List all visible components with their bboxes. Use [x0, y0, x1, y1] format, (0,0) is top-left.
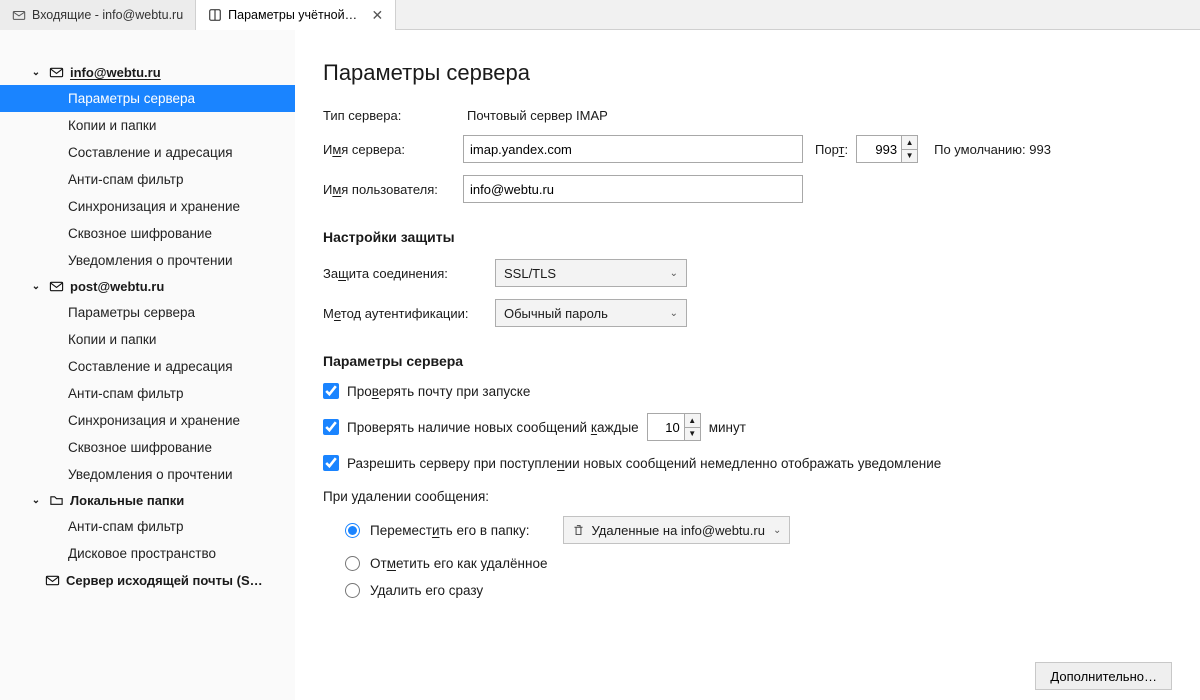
sidebar-item-antispam[interactable]: Анти-спам фильтр — [0, 380, 295, 407]
radio-mark-label: Отметить его как удалённое — [370, 556, 547, 571]
tab-bar: Входящие - info@webtu.ru Параметры учётн… — [0, 0, 1200, 30]
spin-up-icon[interactable]: ▲ — [685, 414, 700, 428]
sidebar-outgoing[interactable]: Сервер исходящей почты (S… — [0, 567, 295, 594]
check-on-startup-label: Проверять почту при запуске — [347, 384, 530, 399]
spin-down-icon[interactable]: ▼ — [902, 150, 917, 163]
tab-account-settings[interactable]: Параметры учётной запис… ✕ — [196, 0, 396, 30]
security-heading: Настройки защиты — [323, 229, 1172, 245]
address-book-icon — [208, 8, 222, 22]
page-title: Параметры сервера — [323, 60, 1172, 86]
account-header-post[interactable]: ⌄ post@webtu.ru — [0, 274, 295, 299]
minutes-label: минут — [709, 420, 746, 435]
trash-icon — [572, 524, 585, 537]
interval-spinner[interactable]: ▲▼ — [647, 413, 701, 441]
radio-move-label: Переместить его в папку: — [370, 523, 529, 538]
sidebar-item-sync[interactable]: Синхронизация и хранение — [0, 407, 295, 434]
sidebar-item-copies[interactable]: Копии и папки — [0, 326, 295, 353]
port-spinner[interactable]: ▲▼ — [856, 135, 918, 163]
server-type-value: Почтовый сервер IMAP — [463, 108, 608, 123]
check-idle[interactable] — [323, 455, 339, 471]
sidebar-item-receipts[interactable]: Уведомления о прочтении — [0, 461, 295, 488]
settings-content: Параметры сервера Тип сервера: Почтовый … — [295, 30, 1200, 700]
radio-mark-deleted[interactable] — [345, 556, 360, 571]
spin-up-icon[interactable]: ▲ — [902, 136, 917, 150]
server-name-input[interactable] — [463, 135, 803, 163]
account-name: post@webtu.ru — [70, 279, 164, 294]
sidebar-item-encryption[interactable]: Сквозное шифрование — [0, 220, 295, 247]
folder-icon — [48, 493, 64, 508]
spin-down-icon[interactable]: ▼ — [685, 428, 700, 441]
account-header-local[interactable]: ⌄ Локальные папки — [0, 488, 295, 513]
sidebar-item-sync[interactable]: Синхронизация и хранение — [0, 193, 295, 220]
default-port-text: По умолчанию: 993 — [934, 142, 1051, 157]
server-settings-heading: Параметры сервера — [323, 353, 1172, 369]
tab-inbox[interactable]: Входящие - info@webtu.ru — [0, 0, 196, 30]
chevron-down-icon: ⌄ — [670, 268, 678, 279]
chevron-down-icon: ⌄ — [30, 67, 42, 78]
mail-icon — [48, 65, 64, 80]
sidebar-item-server-params[interactable]: Параметры сервера — [0, 85, 295, 112]
connection-security-label: Защита соединения: — [323, 266, 487, 281]
sidebar-item-antispam[interactable]: Анти-спам фильтр — [0, 513, 295, 540]
tab-label: Входящие - info@webtu.ru — [32, 8, 183, 22]
sidebar-item-copies[interactable]: Копии и папки — [0, 112, 295, 139]
sidebar-item-compose[interactable]: Составление и адресация — [0, 139, 295, 166]
server-name-label: Имя сервера: — [323, 142, 455, 157]
check-every[interactable] — [323, 419, 339, 435]
account-name: info@webtu.ru — [70, 65, 161, 80]
advanced-button[interactable]: Дополнительно… — [1035, 662, 1172, 690]
chevron-down-icon: ⌄ — [670, 308, 678, 319]
account-header-info[interactable]: ⌄ info@webtu.ru — [0, 60, 295, 85]
auth-method-label: Метод аутентификации: — [323, 306, 487, 321]
radio-move-to-folder[interactable] — [345, 523, 360, 538]
account-name: Локальные папки — [70, 493, 184, 508]
outgoing-label: Сервер исходящей почты (S… — [66, 573, 263, 588]
sidebar-item-encryption[interactable]: Сквозное шифрование — [0, 434, 295, 461]
radio-remove-now[interactable] — [345, 583, 360, 598]
chevron-down-icon: ⌄ — [30, 495, 42, 506]
sidebar-item-compose[interactable]: Составление и адресация — [0, 353, 295, 380]
chevron-down-icon: ⌄ — [30, 281, 42, 292]
sidebar-item-antispam[interactable]: Анти-спам фильтр — [0, 166, 295, 193]
accounts-sidebar: ⌄ info@webtu.ru Параметры сервера Копии … — [0, 30, 295, 700]
server-type-label: Тип сервера: — [323, 108, 455, 123]
close-icon[interactable]: ✕ — [371, 7, 383, 24]
sidebar-item-disk[interactable]: Дисковое пространство — [0, 540, 295, 567]
mail-icon — [48, 279, 64, 294]
tab-label: Параметры учётной запис… — [228, 8, 359, 22]
auth-method-select[interactable]: Обычный пароль ⌄ — [495, 299, 687, 327]
check-idle-label: Разрешить серверу при поступлении новых … — [347, 456, 941, 471]
check-on-startup[interactable] — [323, 383, 339, 399]
interval-input[interactable] — [648, 414, 684, 440]
inbox-icon — [12, 8, 26, 22]
check-every-label: Проверять наличие новых сообщений каждые — [347, 420, 639, 435]
connection-security-select[interactable]: SSL/TLS ⌄ — [495, 259, 687, 287]
port-label: Порт: — [815, 142, 848, 157]
username-label: Имя пользователя: — [323, 182, 455, 197]
radio-remove-label: Удалить его сразу — [370, 583, 483, 598]
port-input[interactable] — [857, 136, 901, 162]
username-input[interactable] — [463, 175, 803, 203]
sidebar-item-server-params[interactable]: Параметры сервера — [0, 299, 295, 326]
delete-heading: При удалении сообщения: — [323, 489, 1172, 504]
chevron-down-icon: ⌄ — [773, 525, 781, 536]
trash-folder-select[interactable]: Удаленные на info@webtu.ru ⌄ — [563, 516, 790, 544]
send-icon — [45, 573, 60, 588]
sidebar-item-receipts[interactable]: Уведомления о прочтении — [0, 247, 295, 274]
